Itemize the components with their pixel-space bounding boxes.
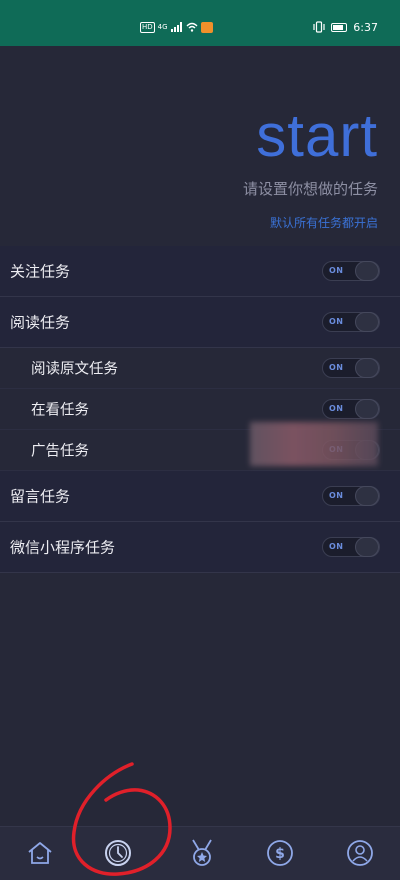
network-badge: 4G xyxy=(157,23,168,31)
vibrate-icon xyxy=(313,21,325,33)
battery-icon xyxy=(331,22,348,32)
toggle-knob xyxy=(355,261,379,281)
dollar-icon: $ xyxy=(267,840,293,866)
task-toggle[interactable]: ON xyxy=(322,261,380,281)
toggle-state: ON xyxy=(329,266,344,275)
nav-clock[interactable] xyxy=(102,837,134,869)
task-label: 广告任务 xyxy=(31,443,89,460)
toggle-knob xyxy=(355,537,379,557)
task-label: 关注任务 xyxy=(10,262,71,281)
toggle-knob xyxy=(355,358,379,378)
home-icon xyxy=(28,842,52,864)
default-note-link[interactable]: 默认所有任务都开启 xyxy=(270,214,378,231)
medal-icon xyxy=(192,839,212,866)
task-row-read: 阅读任务 ON xyxy=(0,297,400,348)
status-bar: HD 4G 6:37 xyxy=(0,0,400,46)
toggle-knob xyxy=(355,312,379,332)
app-notification-icon xyxy=(200,21,213,33)
toggle-knob xyxy=(355,486,379,506)
page-subtitle: 请设置你想做的任务 xyxy=(242,180,378,198)
task-toggle[interactable]: ON xyxy=(322,358,380,378)
task-row-comment: 留言任务 ON xyxy=(0,471,400,522)
signal-icon xyxy=(170,22,182,32)
profile-icon xyxy=(347,840,373,866)
header: start 请设置你想做的任务 默认所有任务都开启 xyxy=(0,46,400,246)
nav-profile[interactable] xyxy=(344,837,376,869)
redacted-overlay xyxy=(250,422,378,466)
task-list: 关注任务 ON 阅读任务 ON 阅读原文任务 ON 在看任务 ON 广告任务 O… xyxy=(0,246,400,573)
svg-text:$: $ xyxy=(275,846,285,862)
toggle-state: ON xyxy=(329,317,344,326)
task-label: 留言任务 xyxy=(10,487,71,506)
task-toggle[interactable]: ON xyxy=(322,312,380,332)
task-label: 阅读任务 xyxy=(10,313,71,332)
status-icons: HD 4G xyxy=(140,20,213,34)
nav-home[interactable] xyxy=(24,837,56,869)
nav-money[interactable]: $ xyxy=(264,837,296,869)
hd-icon: HD xyxy=(140,21,155,33)
page-title: start xyxy=(256,102,378,169)
task-toggle[interactable]: ON xyxy=(322,399,380,419)
toggle-state: ON xyxy=(329,404,344,413)
task-toggle[interactable]: ON xyxy=(322,486,380,506)
toggle-state: ON xyxy=(329,491,344,500)
clock-icon xyxy=(105,840,131,866)
task-label: 在看任务 xyxy=(31,402,89,419)
nav-medal[interactable] xyxy=(186,837,218,869)
status-time: 6:37 xyxy=(353,20,378,34)
task-toggle[interactable]: ON xyxy=(322,537,380,557)
bottom-nav: $ xyxy=(0,826,400,880)
toggle-state: ON xyxy=(329,542,344,551)
task-label: 微信小程序任务 xyxy=(10,538,116,557)
task-label: 阅读原文任务 xyxy=(31,361,118,378)
task-row-read-original: 阅读原文任务 ON xyxy=(0,348,400,389)
status-right: 6:37 xyxy=(313,20,378,34)
toggle-state: ON xyxy=(329,363,344,372)
toggle-knob xyxy=(355,399,379,419)
task-row-mini-program: 微信小程序任务 ON xyxy=(0,522,400,573)
task-row-follow: 关注任务 ON xyxy=(0,246,400,297)
wifi-icon xyxy=(186,22,198,32)
